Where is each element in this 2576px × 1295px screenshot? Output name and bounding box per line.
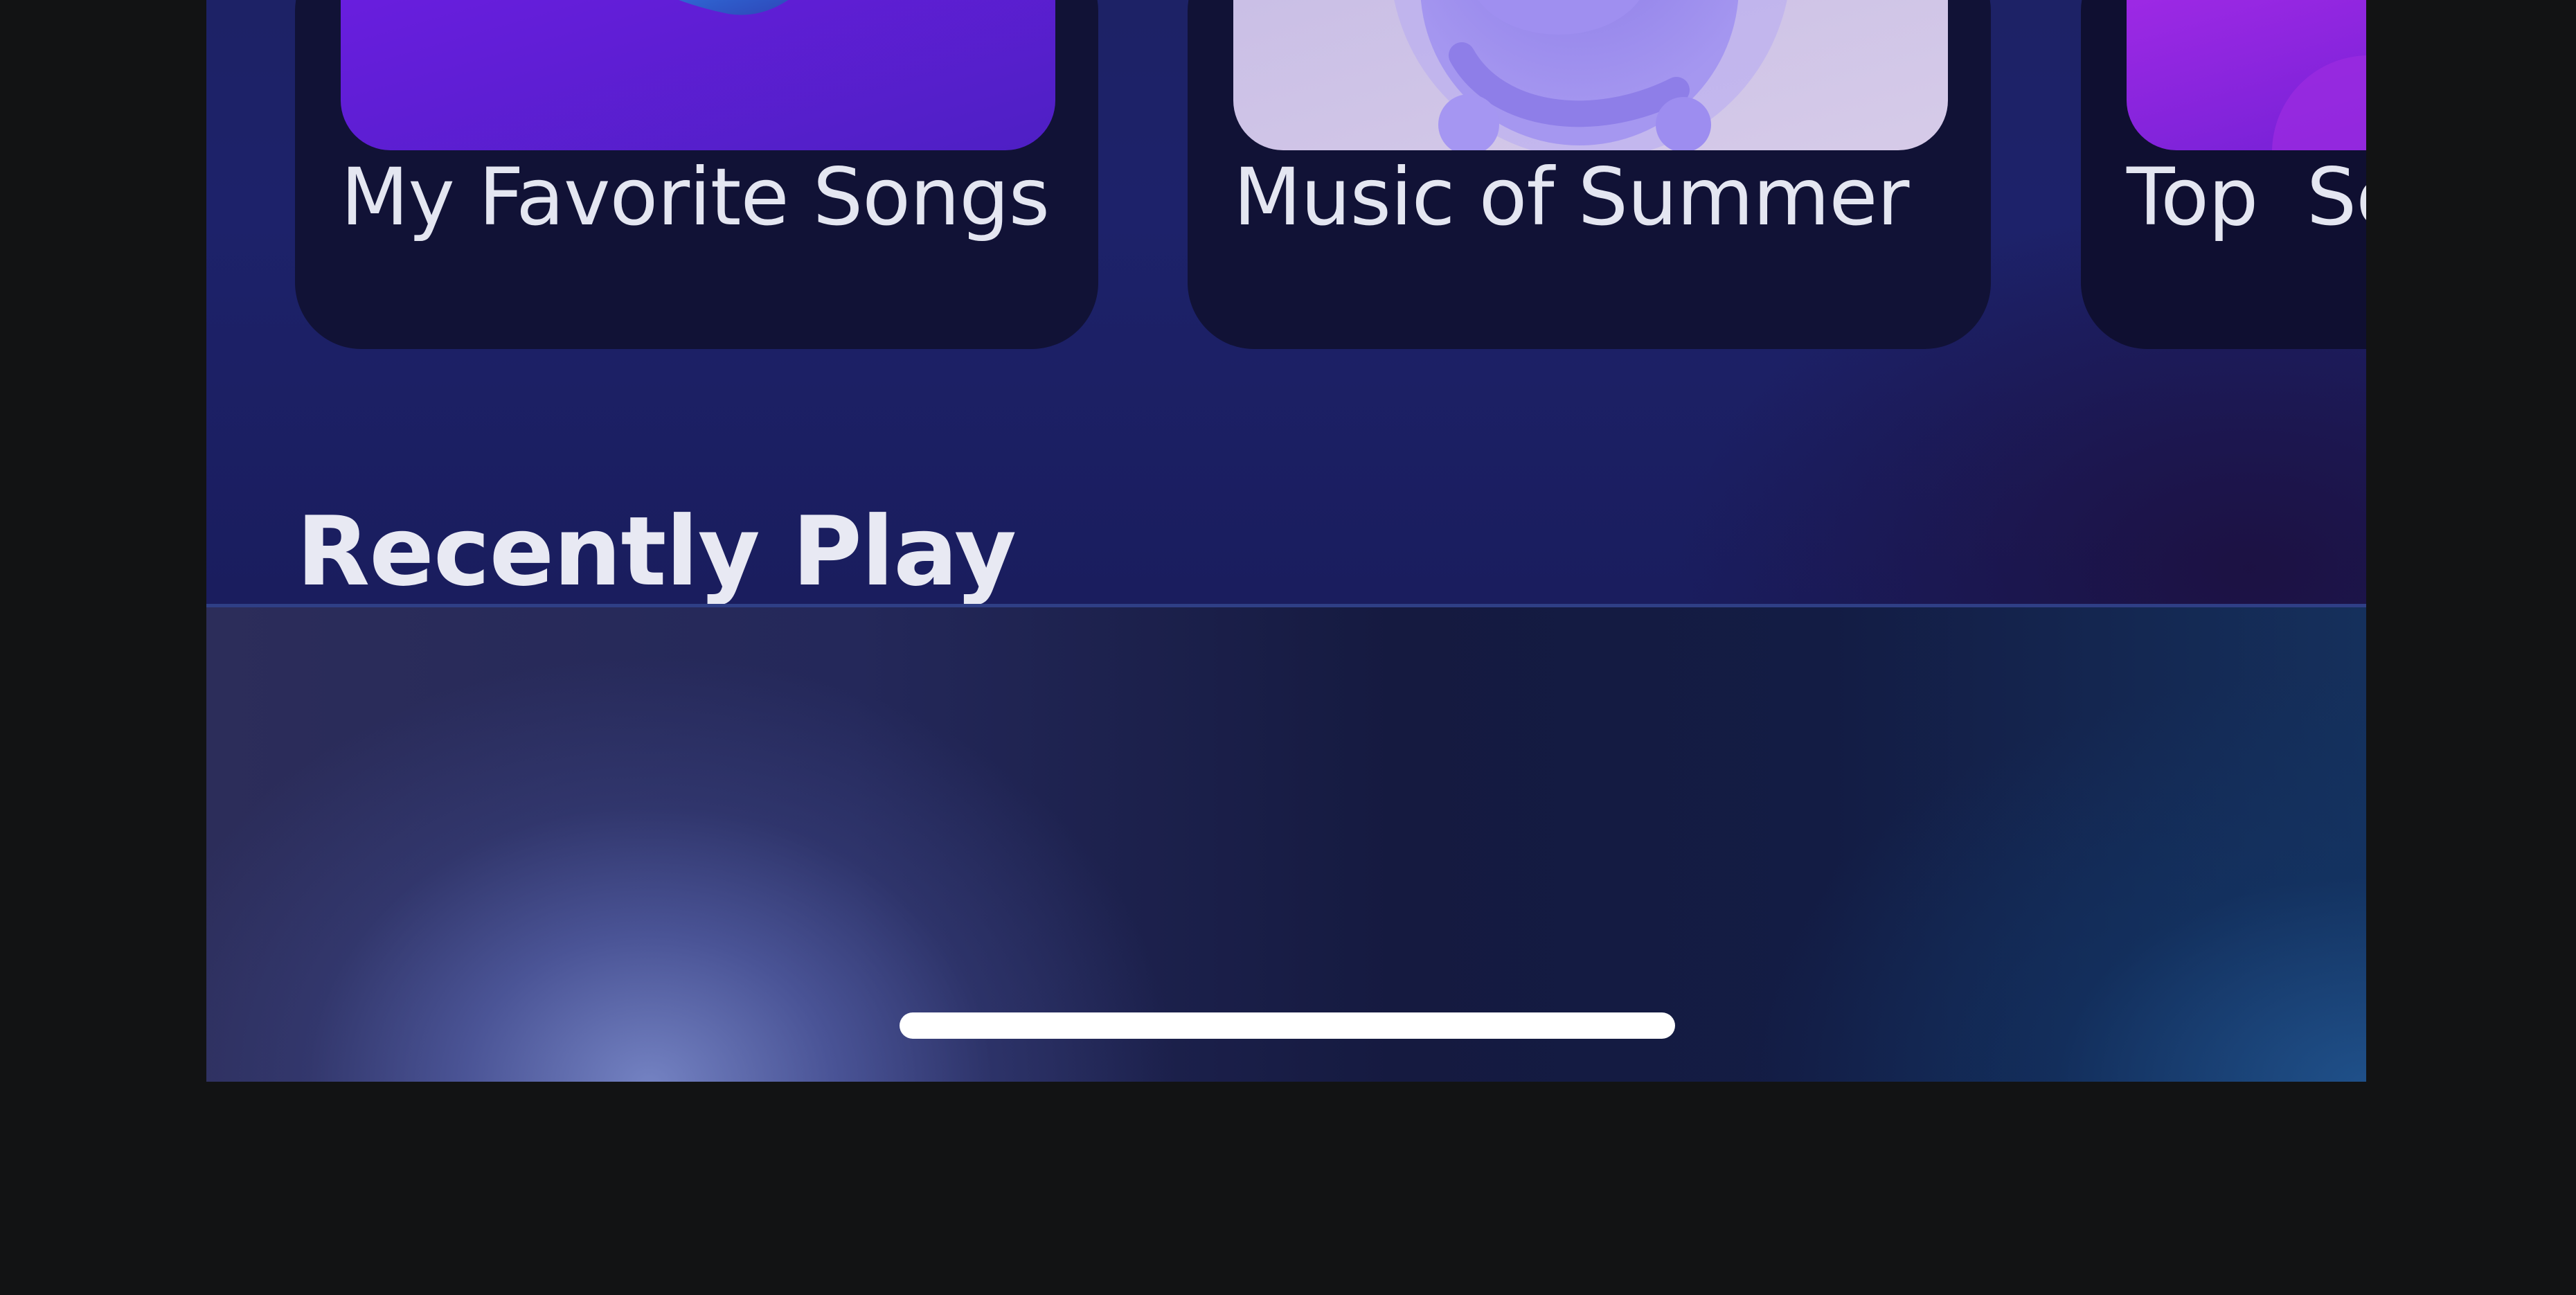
home-indicator[interactable]	[900, 1012, 1675, 1039]
playlist-card-music-of-summer[interactable]: Music of Summer	[1188, 0, 1991, 349]
now-playing-panel	[206, 604, 2366, 1082]
playlist-title: My Favorite Songs	[341, 151, 1050, 243]
playlist-card-top-songs[interactable]: Top Songs	[2081, 0, 2366, 349]
recently-played-heading: Recently Play	[296, 496, 1017, 607]
playlist-title: Top Songs	[2127, 151, 2366, 243]
device-frame: My Favorite Songs Music of Summer Top S …	[0, 0, 2576, 1295]
playlist-card-my-favorite-songs[interactable]: My Favorite Songs	[295, 0, 1098, 349]
playlist-artwork-magenta-gradient	[2127, 0, 2366, 150]
playlist-artwork-purple-swirl	[341, 0, 1055, 150]
playlist-artwork-lavender-orb	[1233, 0, 1948, 150]
music-app-screen: My Favorite Songs Music of Summer Top S …	[206, 0, 2366, 1082]
playlist-title: Music of Summer	[1233, 151, 1909, 243]
